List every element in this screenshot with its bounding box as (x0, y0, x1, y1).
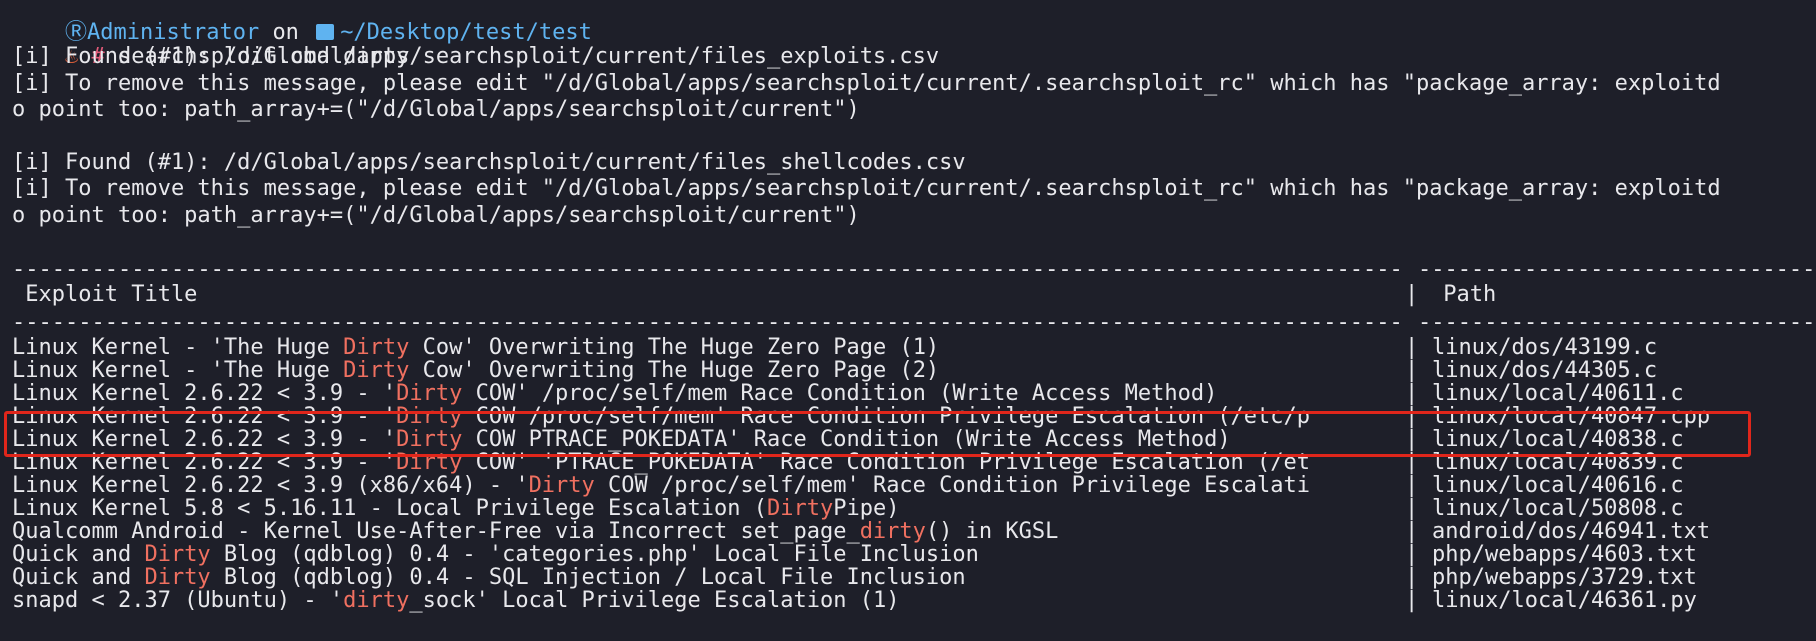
table-header-divider: | (1405, 282, 1419, 307)
title-text: () in KGSL (925, 519, 1059, 544)
search-match: Dirty (396, 427, 463, 452)
table-row-path[interactable]: linux/local/46361.py (1432, 588, 1697, 614)
table-row-divider: | (1405, 588, 1419, 613)
title-text: COW /proc/self/mem' Race Condition Privi… (594, 473, 1311, 498)
command-line[interactable]: ♨ # searchsploit.cmd dirty (12, 18, 409, 69)
terminal-window[interactable]: ⓇAdministrator on ~/Desktop/test/test ♨ … (0, 0, 1816, 641)
message-line: [i] Found (#1): /d/Global/apps/searchspl… (12, 44, 940, 69)
search-match: dirty (859, 519, 926, 544)
table-separator-header: ----------------------------------------… (12, 310, 1402, 335)
title-text: Linux Kernel - 'The Huge (12, 335, 344, 360)
search-match: Dirty (396, 404, 463, 429)
search-match: Dirty (766, 496, 834, 521)
title-text: Quick and (12, 542, 145, 567)
message-line: o point too: path_array+=("/d/Global/app… (12, 203, 860, 228)
title-text: Quick and (12, 565, 145, 590)
title-text: _sock' Local Privilege Escalation (1) (409, 588, 900, 613)
prompt-header: ⓇAdministrator on ~/Desktop/test/test (12, 0, 592, 45)
table-separator-top: ----------------------------------------… (12, 257, 1402, 282)
title-text: Linux Kernel 2.6.22 < 3.9 - ' (12, 427, 397, 452)
title-text: Pipe) (833, 496, 900, 521)
search-match: Dirty (343, 358, 410, 383)
message-line: [i] Found (#1): /d/Global/apps/searchspl… (12, 150, 966, 175)
title-text: Linux Kernel - 'The Huge (12, 358, 344, 383)
title-text: COW' /proc/self/mem Race Condition (Writ… (462, 381, 1218, 406)
title-text: COW /proc/self/mem' Race Condition Privi… (462, 404, 1311, 429)
table-separator-top-path: ----------------------------------------… (1418, 257, 1816, 282)
search-match: dirty (343, 588, 410, 613)
search-match: Dirty (144, 542, 211, 567)
search-match: Dirty (396, 450, 463, 475)
table-row-title: snapd < 2.37 (Ubuntu) - 'dirty_sock' Loc… (12, 588, 899, 614)
title-text: Blog (qdblog) 0.4 - SQL Injection / Loca… (210, 565, 966, 590)
table-header-path: Path (1430, 282, 1497, 307)
title-text: Cow' Overwriting The Huge Zero Page (1) (409, 335, 940, 360)
title-text: Linux Kernel 2.6.22 < 3.9 - ' (12, 381, 397, 406)
title-text: COW' 'PTRACE_POKEDATA' Race Condition Pr… (462, 450, 1311, 475)
title-text: COW PTRACE_POKEDATA' Race Condition (Wri… (462, 427, 1231, 452)
title-text: Cow' Overwriting The Huge Zero Page (2) (409, 358, 940, 383)
title-text: Blog (qdblog) 0.4 - 'categories.php' Loc… (210, 542, 979, 567)
message-line: [i] To remove this message, please edit … (12, 176, 1721, 201)
search-match: Dirty (144, 565, 211, 590)
table-header-title: Exploit Title (12, 282, 198, 307)
message-line: [i] To remove this message, please edit … (12, 71, 1721, 96)
search-match: Dirty (343, 335, 410, 360)
message-line: o point too: path_array+=("/d/Global/app… (12, 97, 860, 122)
search-match: Dirty (528, 473, 595, 498)
title-text: Linux Kernel 2.6.22 < 3.9 (x86/x64) - ' (12, 473, 529, 498)
table-separator-header-path: ----------------------------------------… (1418, 310, 1816, 335)
title-text: Linux Kernel 2.6.22 < 3.9 - ' (12, 450, 397, 475)
title-text: snapd < 2.37 (Ubuntu) - ' (12, 588, 344, 613)
search-match: Dirty (396, 381, 463, 406)
title-text: Qualcomm Android - Kernel Use-After-Free… (12, 519, 860, 544)
title-text: Linux Kernel 2.6.22 < 3.9 - ' (12, 404, 397, 429)
title-text: Linux Kernel 5.8 < 5.16.11 - Local Privi… (12, 496, 767, 521)
